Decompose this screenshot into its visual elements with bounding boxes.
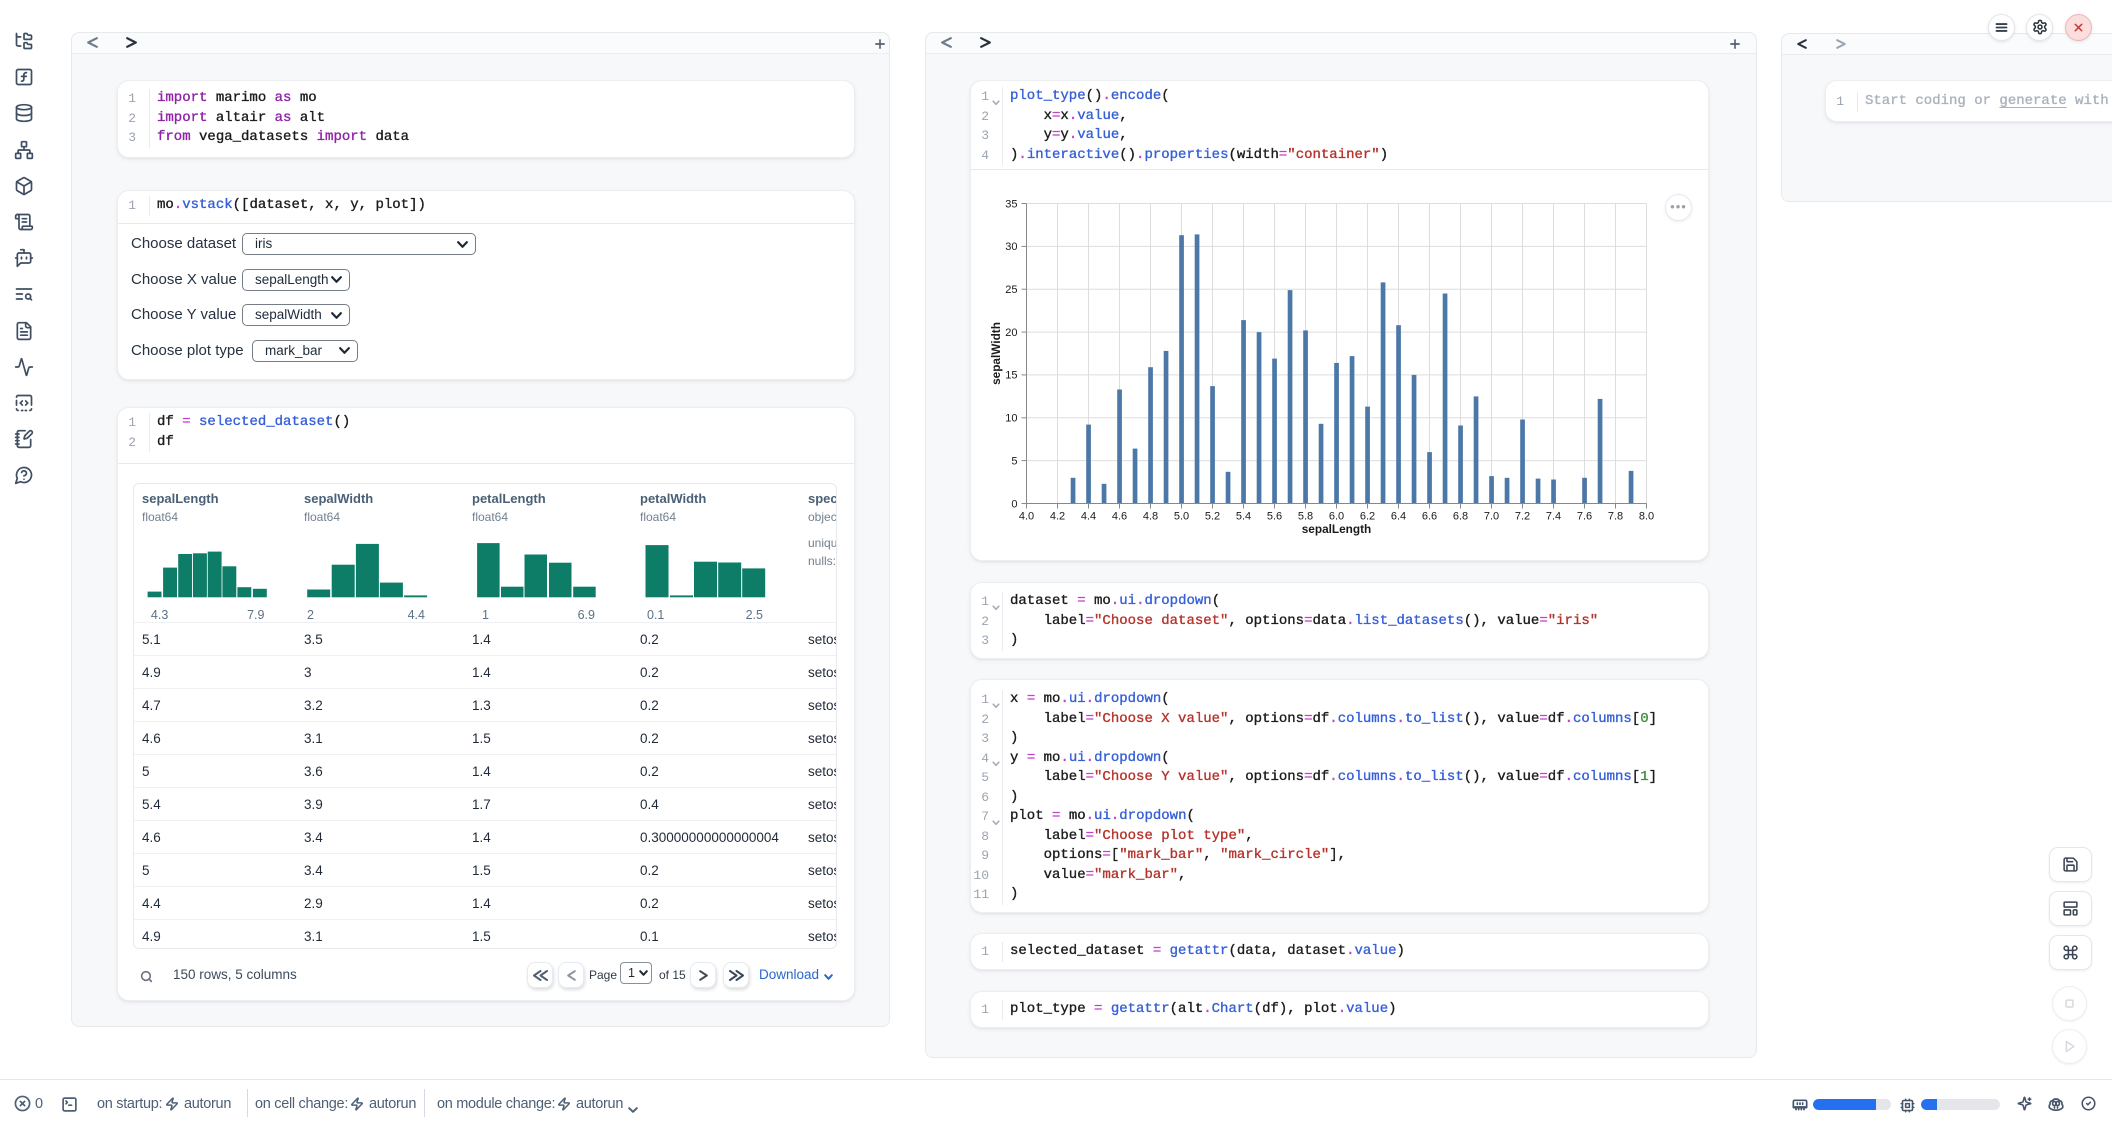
svg-text:15: 15 — [1005, 370, 1017, 382]
svg-text:5: 5 — [1011, 455, 1017, 467]
svg-text:0: 0 — [1011, 498, 1017, 510]
svg-text:7.6: 7.6 — [1577, 511, 1592, 523]
svg-text:25: 25 — [1005, 284, 1017, 296]
svg-text:4.4: 4.4 — [1081, 511, 1096, 523]
svg-text:10: 10 — [1005, 413, 1017, 425]
svg-text:20: 20 — [1005, 327, 1017, 339]
svg-text:6.2: 6.2 — [1360, 511, 1375, 523]
svg-text:sepalWidth: sepalWidth — [989, 322, 1003, 385]
svg-text:6.0: 6.0 — [1329, 511, 1344, 523]
svg-text:6.6: 6.6 — [1422, 511, 1437, 523]
svg-text:8.0: 8.0 — [1639, 511, 1654, 523]
svg-text:4.6: 4.6 — [1112, 511, 1127, 523]
svg-text:4.2: 4.2 — [1050, 511, 1065, 523]
svg-text:7.0: 7.0 — [1484, 511, 1499, 523]
svg-text:5.4: 5.4 — [1236, 511, 1251, 523]
svg-text:5.2: 5.2 — [1205, 511, 1220, 523]
svg-text:30: 30 — [1005, 241, 1017, 253]
svg-text:5.8: 5.8 — [1298, 511, 1313, 523]
svg-text:6.4: 6.4 — [1391, 511, 1406, 523]
svg-text:35: 35 — [1005, 198, 1017, 210]
svg-text:5.6: 5.6 — [1267, 511, 1282, 523]
svg-text:4.0: 4.0 — [1019, 511, 1034, 523]
svg-text:sepalLength: sepalLength — [1302, 522, 1371, 536]
svg-text:4.8: 4.8 — [1143, 511, 1158, 523]
svg-text:7.8: 7.8 — [1608, 511, 1623, 523]
svg-text:7.2: 7.2 — [1515, 511, 1530, 523]
svg-text:6.8: 6.8 — [1453, 511, 1468, 523]
svg-text:5.0: 5.0 — [1174, 511, 1189, 523]
svg-text:7.4: 7.4 — [1546, 511, 1561, 523]
